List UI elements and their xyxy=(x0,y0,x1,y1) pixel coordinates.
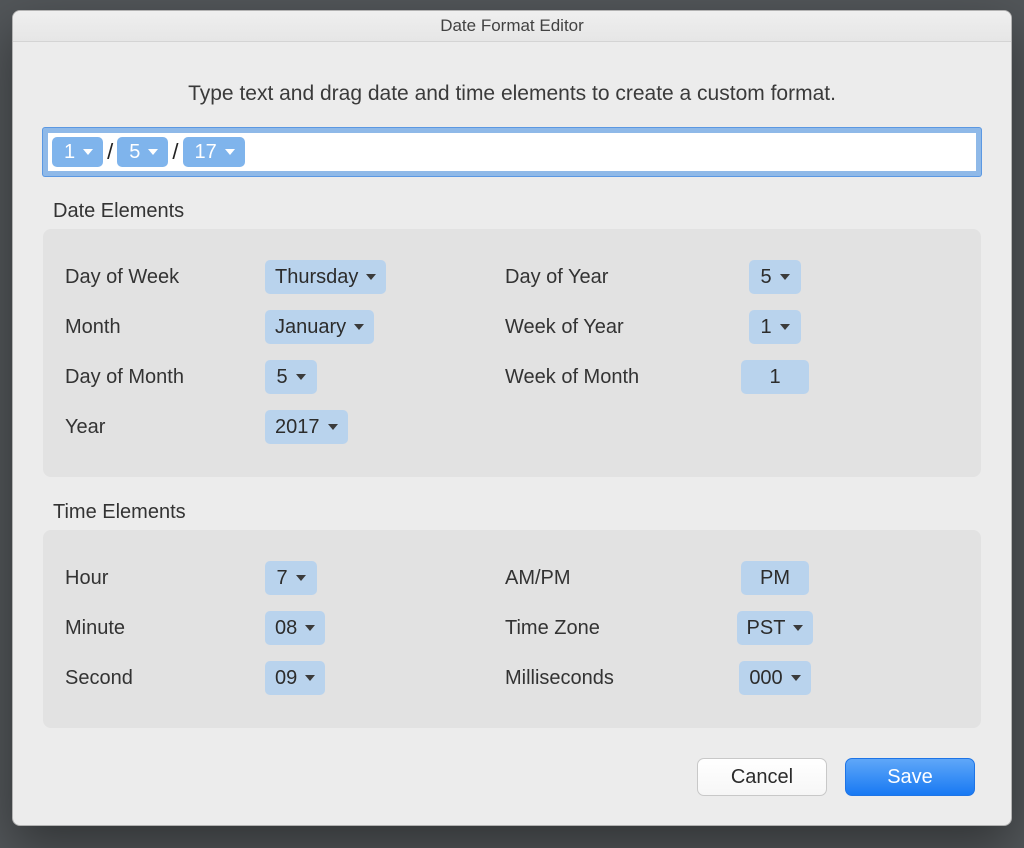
chevron-down-icon xyxy=(148,149,158,156)
minute-selector[interactable]: 08 xyxy=(265,611,325,645)
day-of-year-value: 5 xyxy=(760,266,771,289)
week-of-month-value: 1 xyxy=(769,366,780,389)
time-elements-title: Time Elements xyxy=(53,501,981,524)
day-of-week-selector[interactable]: Thursday xyxy=(265,260,386,294)
year-label: Year xyxy=(65,416,105,439)
minute-label: Minute xyxy=(65,617,125,640)
format-token-value: 17 xyxy=(195,141,217,164)
format-token-value: 5 xyxy=(129,141,140,164)
month-value: January xyxy=(275,316,346,339)
save-button[interactable]: Save xyxy=(845,758,975,796)
chevron-down-icon xyxy=(296,374,306,381)
chevron-down-icon xyxy=(366,274,376,281)
month-selector[interactable]: January xyxy=(265,310,374,344)
chevron-down-icon xyxy=(780,324,790,331)
date-elements-panel: Day of Week Thursday Day of Year 5 xyxy=(43,229,981,477)
hour-value: 7 xyxy=(276,567,287,590)
date-elements-title: Date Elements xyxy=(53,200,981,223)
chevron-down-icon xyxy=(305,675,315,682)
ampm-value: PM xyxy=(760,567,790,590)
chevron-down-icon xyxy=(791,675,801,682)
format-token-value: 1 xyxy=(64,141,75,164)
day-of-week-value: Thursday xyxy=(275,266,358,289)
chevron-down-icon xyxy=(225,149,235,156)
format-separator-2: / xyxy=(170,139,180,165)
window-title: Date Format Editor xyxy=(13,11,1011,42)
day-of-year-label: Day of Year xyxy=(505,266,608,289)
date-format-editor-window: Date Format Editor Type text and drag da… xyxy=(12,10,1012,826)
format-input[interactable]: 1 / 5 / 17 xyxy=(43,128,981,176)
chevron-down-icon xyxy=(83,149,93,156)
chevron-down-icon xyxy=(793,625,803,632)
ampm-label: AM/PM xyxy=(505,567,571,590)
hour-label: Hour xyxy=(65,567,108,590)
timezone-value: PST xyxy=(747,617,786,640)
week-of-year-value: 1 xyxy=(760,316,771,339)
time-elements-panel: Hour 7 AM/PM PM Minute xyxy=(43,530,981,728)
day-of-month-selector[interactable]: 5 xyxy=(265,360,317,394)
chevron-down-icon xyxy=(305,625,315,632)
timezone-selector[interactable]: PST xyxy=(737,611,814,645)
day-of-month-value: 5 xyxy=(276,366,287,389)
second-label: Second xyxy=(65,667,133,690)
format-token-year[interactable]: 17 xyxy=(183,137,245,167)
ampm-selector[interactable]: PM xyxy=(741,561,809,595)
week-of-month-label: Week of Month xyxy=(505,366,639,389)
chevron-down-icon xyxy=(780,274,790,281)
second-selector[interactable]: 09 xyxy=(265,661,325,695)
day-of-week-label: Day of Week xyxy=(65,266,179,289)
minute-value: 08 xyxy=(275,617,297,640)
day-of-month-label: Day of Month xyxy=(65,366,184,389)
instructions-text: Type text and drag date and time element… xyxy=(43,82,981,106)
year-value: 2017 xyxy=(275,416,320,439)
week-of-year-label: Week of Year xyxy=(505,316,624,339)
year-selector[interactable]: 2017 xyxy=(265,410,348,444)
hour-selector[interactable]: 7 xyxy=(265,561,317,595)
day-of-year-selector[interactable]: 5 xyxy=(749,260,801,294)
cancel-button[interactable]: Cancel xyxy=(697,758,827,796)
week-of-year-selector[interactable]: 1 xyxy=(749,310,801,344)
month-label: Month xyxy=(65,316,121,339)
format-token-month[interactable]: 1 xyxy=(52,137,103,167)
format-token-day[interactable]: 5 xyxy=(117,137,168,167)
milliseconds-selector[interactable]: 000 xyxy=(739,661,810,695)
second-value: 09 xyxy=(275,667,297,690)
chevron-down-icon xyxy=(296,575,306,582)
milliseconds-value: 000 xyxy=(749,667,782,690)
chevron-down-icon xyxy=(328,424,338,431)
timezone-label: Time Zone xyxy=(505,617,600,640)
week-of-month-selector[interactable]: 1 xyxy=(741,360,809,394)
chevron-down-icon xyxy=(354,324,364,331)
format-separator-1: / xyxy=(105,139,115,165)
milliseconds-label: Milliseconds xyxy=(505,667,614,690)
